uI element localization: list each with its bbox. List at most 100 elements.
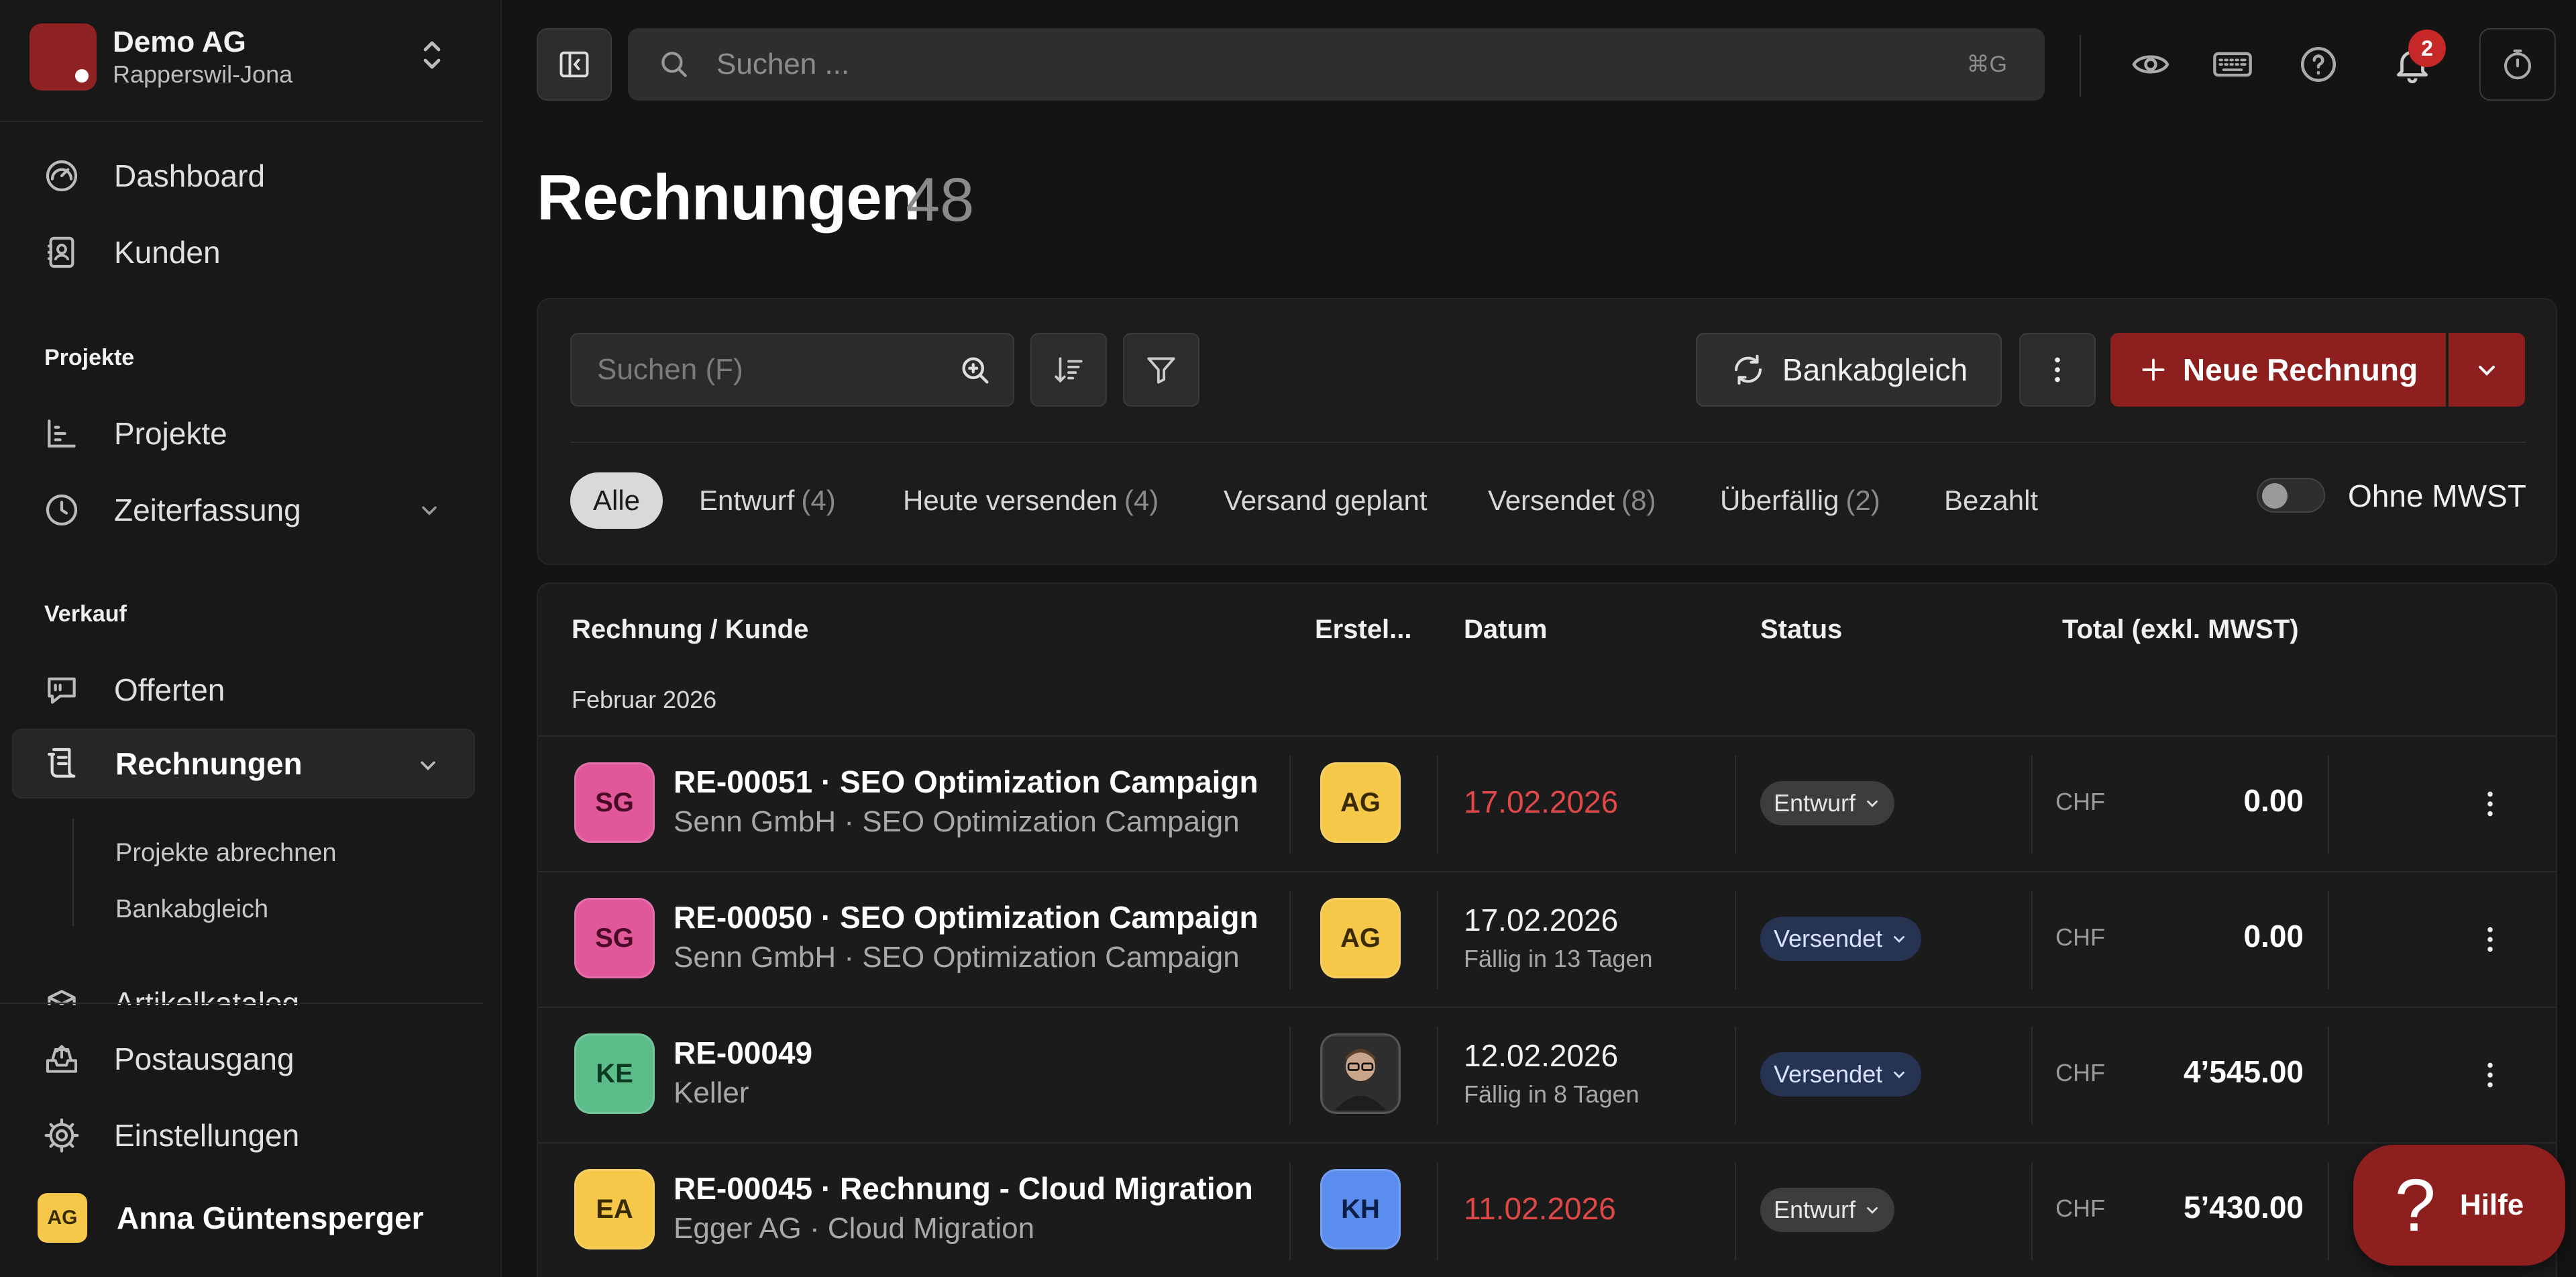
global-search-input[interactable]: Suchen ... ⌘G xyxy=(628,28,2045,101)
sidebar: Demo AG Rapperswil-Jona Dashboard Kunden… xyxy=(0,0,502,1277)
currency-label: CHF xyxy=(2055,923,2105,951)
user-menu[interactable]: AG Anna Güntensperger xyxy=(38,1193,424,1243)
help-chat-button[interactable]: ? Hilfe xyxy=(2353,1145,2565,1266)
cell-divider xyxy=(1289,1027,1291,1125)
status-label: Entwurf xyxy=(1774,1196,1856,1223)
ohne-mwst-toggle[interactable] xyxy=(2257,478,2325,513)
invoice-customer: Keller xyxy=(674,1076,749,1109)
invoice-amount: 5’430.00 xyxy=(2183,1190,2304,1225)
sort-button[interactable] xyxy=(1030,333,1107,407)
group-label: Februar 2026 xyxy=(572,686,717,713)
chevron-down-icon xyxy=(2479,366,2495,376)
ohne-mwst-label: Ohne MWST xyxy=(2348,478,2526,513)
table-row[interactable]: SG RE-00050 · SEO Optimization Campaign … xyxy=(538,871,2556,1007)
column-header-date[interactable]: Datum xyxy=(1464,615,1547,645)
notification-badge: 2 xyxy=(2408,30,2446,67)
nav-einstellungen[interactable]: Einstellungen xyxy=(12,1101,475,1170)
filter-tab-label: Entwurf xyxy=(699,484,795,516)
filter-button[interactable] xyxy=(1123,333,1199,407)
column-header-creator[interactable]: Erstel... xyxy=(1315,615,1412,645)
nav-projekte[interactable]: Projekte xyxy=(12,399,475,468)
nav-postausgang[interactable]: Postausgang xyxy=(12,1024,475,1094)
status-dropdown[interactable]: Entwurf xyxy=(1760,781,1895,825)
filter-tab-heute-versenden[interactable]: Heute versenden (4) xyxy=(903,472,1159,529)
table-row[interactable]: SG RE-00051 · SEO Optimization Campaign … xyxy=(538,735,2556,871)
divider xyxy=(0,1003,483,1004)
invoice-customer: Senn GmbH · SEO Optimization Campaign xyxy=(674,805,1240,838)
creator-avatar: KH xyxy=(1320,1169,1401,1249)
chevron-updown-icon xyxy=(423,41,441,69)
filter-tab-bezahlt[interactable]: Bezahlt xyxy=(1944,472,2038,529)
invoice-search-input[interactable]: Suchen (F) xyxy=(570,333,1014,407)
table-row[interactable]: KE RE-00049 Keller 12.02.2026 Fällig in … xyxy=(538,1007,2556,1142)
search-zoom-icon xyxy=(962,357,989,384)
subnav-bankabgleich[interactable]: Bankabgleich xyxy=(115,895,268,924)
column-header-invoice[interactable]: Rechnung / Kunde xyxy=(572,615,808,645)
invoice-title[interactable]: RE-00050 · SEO Optimization Campaign xyxy=(674,899,1258,935)
invoice-title[interactable]: RE-00049 xyxy=(674,1035,812,1071)
filter-tab-label: Versendet xyxy=(1488,484,1615,516)
invoice-table: Rechnung / Kunde Erstel... Datum Status … xyxy=(537,582,2557,1277)
question-icon: ? xyxy=(2394,1164,2436,1247)
cell-divider xyxy=(1735,1027,1736,1125)
sidebar-toggle-icon xyxy=(559,51,589,78)
status-dropdown[interactable]: Versendet xyxy=(1760,1052,1922,1096)
keyboard-shortcuts-button[interactable] xyxy=(2210,42,2255,87)
customer-avatar: EA xyxy=(574,1169,655,1249)
filter-icon xyxy=(1147,357,1175,384)
filter-tab-entwurf[interactable]: Entwurf (4) xyxy=(699,472,836,529)
sort-icon xyxy=(1055,357,1083,383)
invoice-title[interactable]: RE-00045 · Rechnung - Cloud Migration xyxy=(674,1170,1253,1207)
filter-tab-versendet[interactable]: Versendet (8) xyxy=(1488,472,1656,529)
toggle-sidebar-button[interactable] xyxy=(537,28,612,101)
nav-offerten[interactable]: Offerten xyxy=(12,655,475,725)
org-switcher[interactable]: Demo AG Rapperswil-Jona xyxy=(30,20,459,94)
subnav-line xyxy=(72,819,74,926)
table-row[interactable]: EA RE-00045 · Rechnung - Cloud Migration… xyxy=(538,1142,2556,1277)
bank-button-label: Bankabgleich xyxy=(1782,352,1968,387)
new-invoice-button[interactable]: Neue Rechnung xyxy=(2110,333,2446,407)
customer-avatar: SG xyxy=(574,898,655,978)
nav-zeiterfassung[interactable]: Zeiterfassung xyxy=(12,475,475,545)
nav-rechnungen[interactable]: Rechnungen xyxy=(12,729,475,799)
question-icon xyxy=(2301,47,2336,82)
help-button[interactable] xyxy=(2296,42,2341,87)
timer-button[interactable] xyxy=(2479,28,2556,101)
nav-dashboard[interactable]: Dashboard xyxy=(12,141,475,211)
nav-artikelkatalog[interactable]: Artikelkatalog xyxy=(12,972,475,1005)
column-header-total[interactable]: Total (exkl. MWST) xyxy=(2062,615,2299,645)
nav-kunden[interactable]: Kunden xyxy=(12,217,475,287)
status-dropdown[interactable]: Entwurf xyxy=(1760,1188,1895,1232)
filter-tab-alle[interactable]: Alle xyxy=(570,472,663,529)
column-header-status[interactable]: Status xyxy=(1760,615,1842,645)
nav-label: Zeiterfassung xyxy=(114,493,301,527)
new-invoice-dropdown-button[interactable] xyxy=(2449,333,2525,407)
row-actions-button[interactable] xyxy=(2463,777,2517,831)
currency-label: CHF xyxy=(2055,1194,2105,1222)
filter-tab-versand-geplant[interactable]: Versand geplant xyxy=(1224,472,1428,529)
row-actions-button[interactable] xyxy=(2463,1048,2517,1102)
invoice-icon xyxy=(47,748,76,778)
nav-label: Projekte xyxy=(114,416,227,451)
status-dropdown[interactable]: Versendet xyxy=(1760,917,1922,961)
invoice-amount: 0.00 xyxy=(2243,783,2304,818)
bank-reconciliation-button[interactable]: Bankabgleich xyxy=(1696,333,2002,407)
status-label: Versendet xyxy=(1774,925,1883,952)
subnav-projekte-abrechnen[interactable]: Projekte abrechnen xyxy=(115,839,337,868)
row-actions-button[interactable] xyxy=(2463,913,2517,966)
cell-divider xyxy=(2031,756,2033,854)
more-actions-button[interactable] xyxy=(2019,333,2096,407)
filter-tab-label: Heute versenden xyxy=(903,484,1118,516)
toolbar-card: Suchen (F) Bankabgleich Neue Rechnung Al… xyxy=(537,298,2557,565)
search-placeholder: Suchen ... xyxy=(716,48,850,81)
filter-tab-ueberfaellig[interactable]: Überfällig (2) xyxy=(1720,472,1880,529)
filter-tab-count: (8) xyxy=(1621,484,1656,516)
search-icon xyxy=(661,52,687,77)
filter-tab-label: Überfällig xyxy=(1720,484,1839,516)
section-title: Verkauf xyxy=(44,601,127,627)
invoice-title[interactable]: RE-00051 · SEO Optimization Campaign xyxy=(674,764,1258,800)
visibility-button[interactable] xyxy=(2128,42,2174,87)
org-location: Rapperswil-Jona xyxy=(113,60,293,88)
new-invoice-label: Neue Rechnung xyxy=(2182,352,2418,387)
cell-divider xyxy=(2328,1027,2329,1125)
